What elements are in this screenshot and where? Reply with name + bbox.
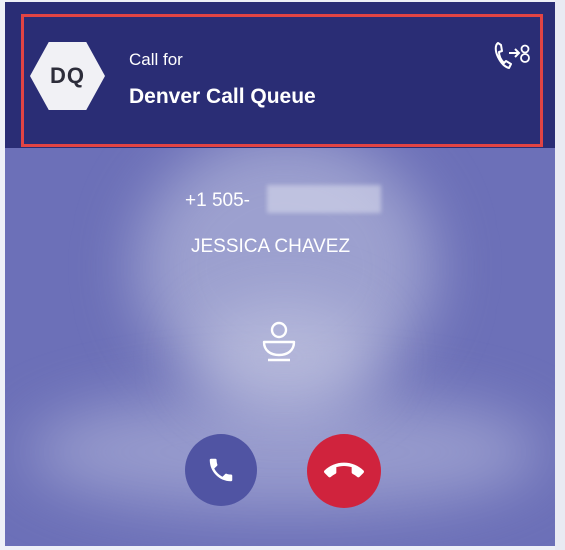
person-icon bbox=[262, 321, 296, 362]
caller-name: JESSICA CHAVEZ bbox=[191, 236, 351, 257]
window-edge bbox=[555, 0, 565, 550]
hang-up-icon bbox=[324, 462, 364, 478]
incoming-call-card: DQ Call for Denver Call Queue +1 505- JE… bbox=[5, 2, 555, 546]
redacted-number bbox=[267, 185, 381, 213]
call-header: DQ Call for Denver Call Queue bbox=[5, 2, 555, 148]
decline-call-button[interactable] bbox=[307, 434, 381, 508]
app-frame: DQ Call for Denver Call Queue +1 505- JE… bbox=[0, 0, 565, 550]
phone-icon bbox=[209, 458, 233, 482]
highlight-annotation bbox=[21, 14, 543, 147]
background-glow bbox=[25, 392, 545, 512]
caller-phone-number: +1 505- bbox=[185, 190, 250, 211]
accept-call-button[interactable] bbox=[185, 434, 257, 506]
